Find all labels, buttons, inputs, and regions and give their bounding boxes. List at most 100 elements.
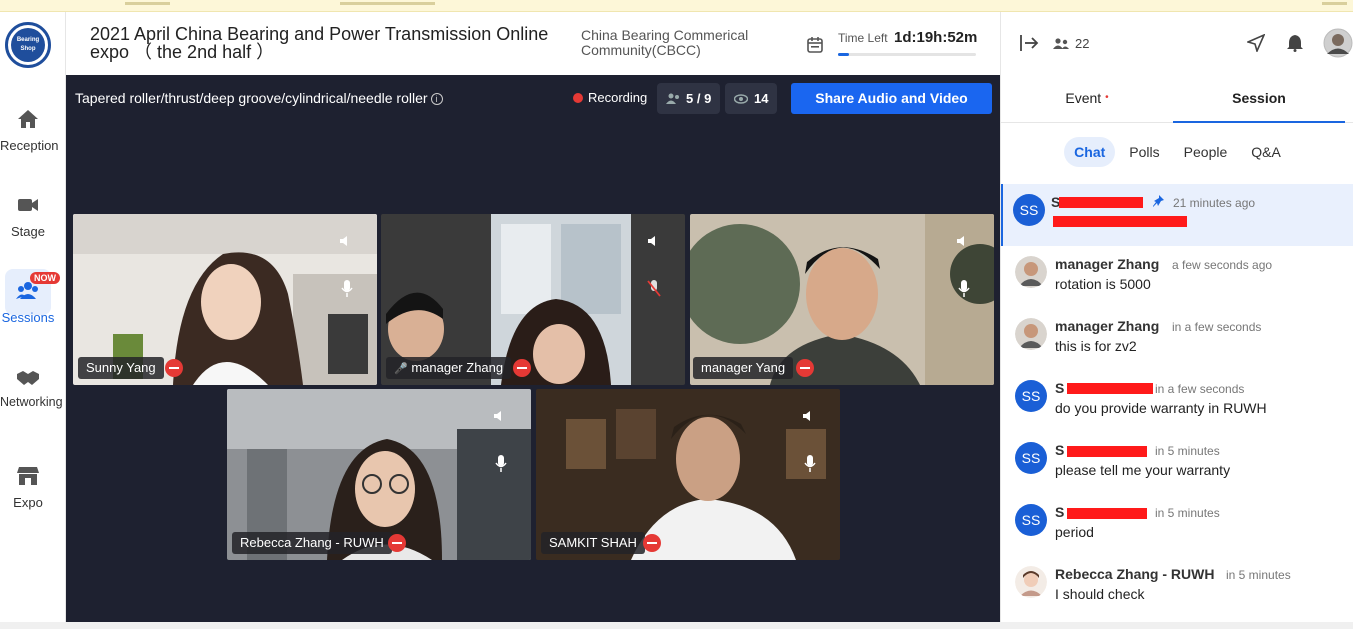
bell-icon[interactable] bbox=[1287, 34, 1303, 52]
remove-participant-button[interactable] bbox=[388, 534, 406, 552]
remove-participant-button[interactable] bbox=[513, 359, 531, 377]
message-text: I should check bbox=[1055, 586, 1145, 602]
right-panel: 22 Event • Session Chat Polls People Q&A… bbox=[1000, 12, 1353, 622]
session-title: Tapered roller/thrust/deep groove/cylind… bbox=[75, 90, 443, 106]
online-count[interactable]: 22 bbox=[1053, 36, 1089, 51]
message-time: in 5 minutes bbox=[1226, 568, 1291, 582]
speakers-count: 5 / 9 bbox=[686, 91, 712, 106]
panel-toolbar: 22 bbox=[1001, 12, 1353, 75]
time-progress-bar bbox=[838, 53, 976, 56]
share-audio-video-button[interactable]: Share Audio and Video bbox=[791, 83, 992, 114]
handshake-icon bbox=[17, 371, 39, 385]
avatar bbox=[1015, 256, 1047, 288]
event-title: 2021 April China Bearing and Power Trans… bbox=[90, 24, 549, 62]
brand-logo[interactable]: Bearing Shop bbox=[5, 22, 51, 68]
now-badge: NOW bbox=[30, 272, 60, 284]
participant-name: manager Yang bbox=[693, 357, 794, 379]
event-header: 2021 April China Bearing and Power Trans… bbox=[66, 12, 1000, 75]
message-text: rotation is 5000 bbox=[1055, 276, 1151, 292]
video-tile[interactable]: Rebecca Zhang - RUWH bbox=[227, 389, 531, 560]
subtab-chat[interactable]: Chat bbox=[1064, 137, 1116, 167]
speaker-icon bbox=[956, 234, 968, 252]
participant-name-tag: 🎤 manager Zhang bbox=[386, 357, 512, 379]
avatar: SS bbox=[1015, 380, 1047, 412]
chat-message[interactable]: manager Zhang in a few seconds this is f… bbox=[1001, 308, 1353, 370]
nav-item-reception[interactable]: Reception bbox=[0, 108, 59, 153]
tab-event[interactable]: Event • bbox=[1001, 75, 1173, 121]
calendar-icon[interactable] bbox=[806, 36, 824, 54]
nav-label: Expo bbox=[13, 495, 43, 510]
speaker-icon bbox=[493, 409, 505, 427]
remove-participant-button[interactable] bbox=[643, 534, 661, 552]
microphone-icon bbox=[495, 455, 507, 478]
organizer-name[interactable]: China Bearing Commerical Community(CBCC) bbox=[581, 28, 781, 58]
recording-dot-icon bbox=[573, 92, 583, 103]
info-icon[interactable]: i bbox=[430, 93, 443, 106]
sender-name: manager Zhang bbox=[1055, 318, 1160, 334]
user-avatar[interactable] bbox=[1323, 28, 1353, 58]
redaction-mark bbox=[1067, 508, 1147, 519]
message-time: a few seconds ago bbox=[1172, 258, 1273, 272]
collapse-panel-icon[interactable] bbox=[1019, 34, 1039, 52]
tab-session[interactable]: Session bbox=[1173, 75, 1345, 123]
nav-item-stage[interactable]: Stage bbox=[0, 194, 56, 239]
chat-message[interactable]: SS S in 5 minutes please tell me your wa… bbox=[1001, 432, 1353, 494]
chat-message[interactable]: manager Zhang a few seconds ago rotation… bbox=[1001, 246, 1353, 308]
nav-item-sessions[interactable]: Sessions bbox=[0, 280, 56, 325]
online-count-value: 22 bbox=[1075, 36, 1090, 51]
browser-top-strip bbox=[0, 0, 1353, 12]
viewers-count-pill[interactable]: 14 bbox=[725, 83, 778, 114]
nav-label: Reception bbox=[0, 138, 59, 153]
speaker-icon bbox=[647, 234, 659, 252]
participant-name: Sunny Yang bbox=[78, 357, 164, 379]
message-text: period bbox=[1055, 524, 1094, 540]
nav-item-expo[interactable]: Expo bbox=[0, 465, 56, 510]
nav-label: Networking bbox=[0, 395, 63, 409]
remove-participant-button[interactable] bbox=[165, 359, 183, 377]
microphone-muted-icon bbox=[647, 280, 661, 303]
nav-item-networking[interactable]: Networking bbox=[0, 367, 63, 408]
send-icon[interactable] bbox=[1247, 34, 1265, 52]
eye-icon bbox=[734, 93, 748, 104]
speaker-icon bbox=[802, 409, 814, 427]
message-text: this is for zv2 bbox=[1055, 338, 1137, 354]
message-time: in 5 minutes bbox=[1155, 506, 1220, 520]
microphone-icon bbox=[341, 280, 353, 303]
time-left-label: Time Left bbox=[838, 31, 888, 45]
redaction-mark bbox=[1053, 216, 1187, 227]
speakers-count-pill[interactable]: 5 / 9 bbox=[657, 83, 721, 114]
session-title-text: Tapered roller/thrust/deep groove/cylind… bbox=[75, 90, 428, 106]
participant-name: manager Zhang bbox=[411, 360, 504, 375]
store-icon bbox=[17, 467, 39, 485]
video-tile[interactable]: SAMKIT SHAH bbox=[536, 389, 840, 560]
subtab-qa[interactable]: Q&A bbox=[1241, 137, 1291, 167]
remove-participant-button[interactable] bbox=[796, 359, 814, 377]
home-icon bbox=[18, 110, 38, 128]
microphone-icon bbox=[958, 280, 970, 303]
mic-muted-icon: 🎤 bbox=[394, 363, 408, 375]
nav-label: Sessions bbox=[1, 310, 55, 325]
subtab-polls[interactable]: Polls bbox=[1119, 137, 1169, 167]
video-tile[interactable]: 🎤 manager Zhang bbox=[381, 214, 685, 385]
microphone-icon bbox=[804, 455, 816, 478]
chat-message[interactable]: Rebecca Zhang - RUWH in 5 minutes I shou… bbox=[1001, 556, 1353, 618]
sender-name: S bbox=[1055, 442, 1065, 458]
video-tile[interactable]: manager Yang bbox=[690, 214, 994, 385]
subtab-people[interactable]: People bbox=[1174, 137, 1238, 167]
redaction-mark bbox=[1059, 197, 1143, 208]
logo-text: Bearing Shop bbox=[11, 28, 45, 62]
pin-icon bbox=[1153, 195, 1164, 207]
panel-tabs: Event • Session bbox=[1001, 75, 1353, 123]
video-tile[interactable]: Sunny Yang bbox=[73, 214, 377, 385]
video-camera-icon bbox=[18, 199, 38, 211]
people-icon bbox=[666, 93, 679, 104]
chat-message[interactable]: SS S 21 minutes ago bbox=[1001, 184, 1353, 246]
chat-message[interactable]: SS S in 5 minutes period bbox=[1001, 494, 1353, 556]
recording-label: Recording bbox=[588, 90, 648, 105]
participant-name: SAMKIT SHAH bbox=[541, 532, 645, 554]
sender-name: manager Zhang bbox=[1055, 256, 1160, 272]
message-time: in 5 minutes bbox=[1155, 444, 1220, 458]
nav-label: Stage bbox=[11, 224, 45, 239]
time-progress-fill bbox=[838, 53, 850, 56]
chat-message[interactable]: SS S in a few seconds do you provide war… bbox=[1001, 370, 1353, 432]
